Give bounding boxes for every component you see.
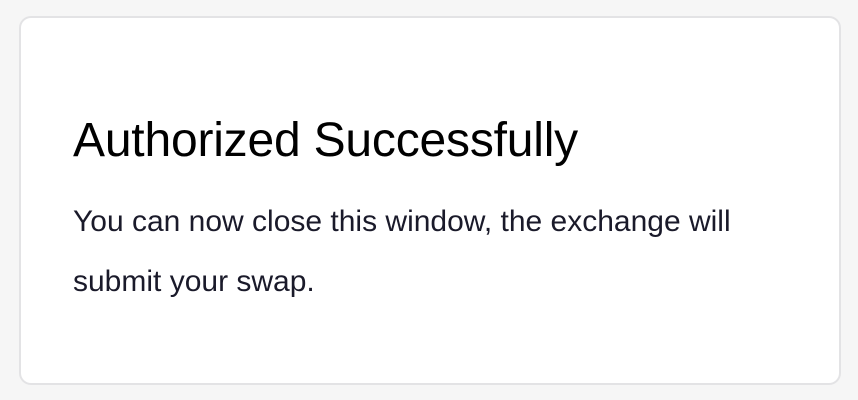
authorization-success-card: Authorized Successfully You can now clos… bbox=[19, 16, 841, 385]
page-title: Authorized Successfully bbox=[73, 114, 578, 167]
success-message: You can now close this window, the excha… bbox=[73, 205, 731, 298]
